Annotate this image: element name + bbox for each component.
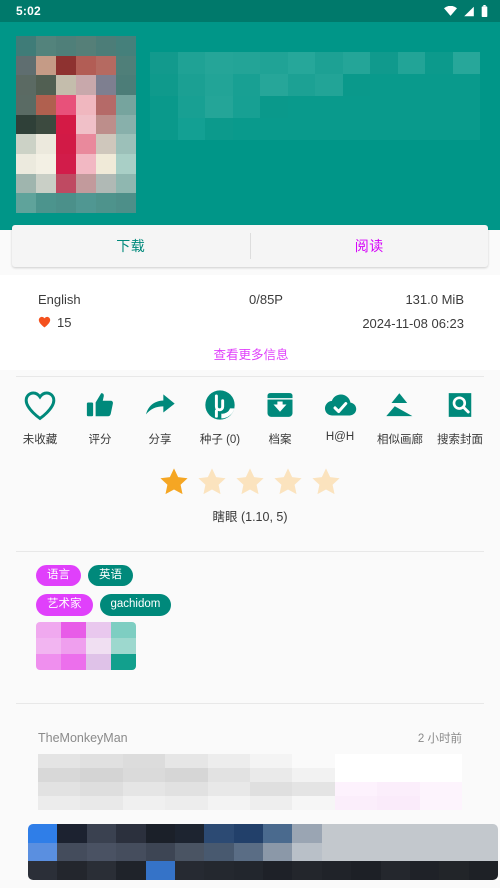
star-icon-2[interactable] — [196, 466, 228, 497]
action-favorite[interactable]: 未收藏 — [10, 386, 70, 447]
tag-row-blurred[interactable] — [36, 621, 136, 670]
torrent-icon — [204, 386, 236, 424]
comment-body-blurred — [38, 754, 462, 810]
app-screen: 5:02 下载 阅读 English 0/85P 131.0 MiB 15 20… — [0, 0, 500, 888]
comment-author[interactable]: TheMonkeyMan — [38, 731, 128, 745]
action-hah[interactable]: H@H — [310, 386, 370, 447]
tag-category-artist[interactable]: 艺术家 — [36, 594, 93, 616]
comment-timestamp: 2 小时前 — [417, 733, 462, 745]
action-hah-label: H@H — [325, 431, 355, 443]
cloud-check-icon — [323, 386, 357, 424]
action-rate[interactable]: 评分 — [70, 386, 130, 447]
divider-tags-comments — [16, 703, 484, 704]
tag-row-language: 语言 英语 — [36, 565, 464, 587]
action-torrent-label: 种子 (0) — [199, 434, 241, 446]
wifi-icon — [444, 6, 457, 16]
action-search-cover-label: 搜索封面 — [437, 434, 483, 446]
action-favorite-label: 未收藏 — [22, 434, 58, 446]
divider-rating-tags — [16, 551, 484, 552]
comment-attachment-blurred[interactable] — [28, 824, 498, 880]
star-icon-3[interactable] — [234, 466, 266, 497]
read-button[interactable]: 阅读 — [251, 225, 489, 267]
action-tab-card: 下载 阅读 — [12, 225, 488, 267]
status-bar: 5:02 — [0, 0, 500, 22]
favorite-count-value: 15 — [57, 314, 72, 330]
info-row-secondary: 15 2024-11-08 06:23 — [38, 311, 464, 335]
heart-filled-icon — [38, 317, 51, 328]
tag-category-language[interactable]: 语言 — [36, 565, 81, 587]
search-cover-icon — [445, 386, 475, 424]
comment-list: TheMonkeyMan 2 小时前 — [0, 730, 500, 810]
thumbs-up-icon — [84, 386, 116, 424]
star-icon-5[interactable] — [310, 466, 342, 497]
battery-icon — [481, 5, 488, 17]
divider-info-actions — [16, 376, 484, 377]
tag-list: 语言 英语 艺术家 gachidom — [0, 565, 500, 670]
page-count-value: 0/85P — [249, 291, 283, 307]
more-info-link[interactable]: 查看更多信息 — [38, 344, 464, 363]
similar-gallery-icon — [383, 386, 417, 424]
signal-icon — [464, 6, 474, 16]
action-similar-gallery-label: 相似画廊 — [377, 434, 423, 446]
gallery-title — [150, 52, 480, 140]
language-value: English — [38, 291, 81, 307]
star-icon-1[interactable] — [158, 466, 190, 497]
action-share[interactable]: 分享 — [130, 386, 190, 447]
action-share-label: 分享 — [148, 434, 172, 446]
star-rating[interactable] — [158, 466, 342, 497]
rating-block: 瞎眼 (1.10, 5) — [0, 466, 500, 525]
rating-label: 瞎眼 (1.10, 5) — [212, 510, 288, 524]
heart-outline-icon — [23, 386, 57, 424]
action-rate-label: 评分 — [88, 434, 112, 446]
posted-date-value: 2024-11-08 06:23 — [362, 315, 464, 331]
tag-value-english[interactable]: 英语 — [88, 565, 133, 587]
action-similar-gallery[interactable]: 相似画廊 — [370, 386, 430, 447]
favorite-count: 15 — [38, 315, 218, 332]
comment-header: TheMonkeyMan 2 小时前 — [38, 730, 462, 746]
tag-value-gachidom[interactable]: gachidom — [99, 594, 172, 616]
action-row: 未收藏 评分 分享 种子 (0) 档案 H@H 相似画廊 搜索封面 — [0, 386, 500, 447]
favorite-group: 15 — [38, 315, 71, 330]
gallery-cover-thumbnail[interactable] — [16, 36, 136, 213]
info-row-primary: English 0/85P 131.0 MiB — [38, 287, 464, 311]
gallery-header — [0, 22, 500, 230]
action-torrent[interactable]: 种子 (0) — [190, 386, 250, 447]
download-button[interactable]: 下载 — [12, 225, 250, 267]
gallery-info: English 0/85P 131.0 MiB 15 2024-11-08 06… — [0, 275, 500, 370]
tag-row-artist: 艺术家 gachidom — [36, 594, 464, 616]
action-archive[interactable]: 档案 — [250, 386, 310, 447]
archive-download-icon — [265, 386, 295, 424]
action-archive-label: 档案 — [268, 434, 292, 446]
status-bar-clock: 5:02 — [16, 4, 41, 18]
star-icon-4[interactable] — [272, 466, 304, 497]
status-bar-icons — [444, 5, 488, 17]
action-search-cover[interactable]: 搜索封面 — [430, 386, 490, 447]
file-size-value: 131.0 MiB — [405, 291, 464, 307]
share-arrow-icon — [144, 386, 176, 424]
